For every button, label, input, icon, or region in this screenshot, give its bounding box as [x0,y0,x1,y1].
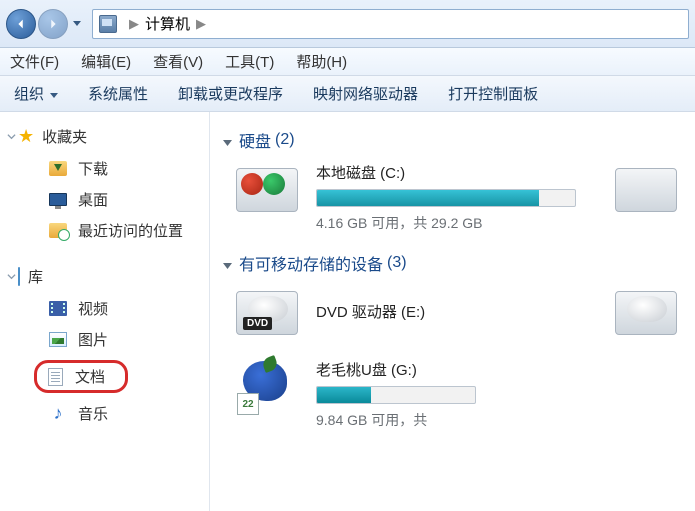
tree-head-libraries[interactable]: 库 [18,266,205,287]
sidebar-item-label: 下载 [78,158,108,179]
capacity-bar [316,189,576,207]
section-removable[interactable]: 有可移动存储的设备 (3) [222,251,695,275]
section-hdd[interactable]: 硬盘 (2) [222,128,695,152]
triangle-down-icon [222,258,233,269]
pictures-icon [49,332,67,347]
sidebar-item-label: 最近访问的位置 [78,220,183,241]
nav-back-button[interactable] [6,9,36,39]
toolbar: 组织 系统属性 卸载或更改程序 映射网络驱动器 打开控制面板 [0,76,695,112]
computer-icon [99,15,117,33]
drive-title: 老毛桃U盘 (G:) [316,359,695,380]
tree-group-favorites: ★ 收藏夹 下载 桌面 最近访问的位置 [18,126,205,246]
section-label: 硬盘 [239,128,271,152]
section-count: (3) [387,254,407,272]
downloads-icon [49,161,67,176]
toolbar-organize[interactable]: 组织 [14,83,58,104]
menu-help[interactable]: 帮助(H) [296,51,347,72]
drive-info: 老毛桃U盘 (G:) 9.84 GB 可用，共 [316,359,695,430]
capacity-text: 9.84 GB 可用，共 [316,410,695,430]
drive-info: 本地磁盘 (C:) 4.16 GB 可用，共 29.2 GB [316,162,591,233]
toolbar-control-panel[interactable]: 打开控制面板 [448,83,538,104]
sidebar-item-music[interactable]: ♪ 音乐 [18,398,205,429]
capacity-text: 4.16 GB 可用，共 29.2 GB [316,213,591,233]
sidebar-item-pictures[interactable]: 图片 [18,324,205,355]
breadcrumb-root[interactable]: 计算机 [145,13,190,34]
menu-tools[interactable]: 工具(T) [225,51,274,72]
star-icon: ★ [18,126,34,147]
chevron-down-icon [4,270,18,284]
drive-title: 本地磁盘 (C:) [316,162,591,183]
capacity-bar [316,386,476,404]
chevron-down-icon [50,85,58,102]
sidebar-item-label: 视频 [78,298,108,319]
main-split: ★ 收藏夹 下载 桌面 最近访问的位置 库 [0,112,695,511]
sidebar-item-label: 桌面 [78,189,108,210]
sidebar-item-recent[interactable]: 最近访问的位置 [18,215,205,246]
hdd-icon [232,162,302,218]
drive-g[interactable]: 22 老毛桃U盘 (G:) 9.84 GB 可用，共 [232,359,695,430]
tree-label: 库 [28,266,43,287]
annotation-highlight: 文档 [34,360,128,393]
desktop-icon [49,193,67,206]
sidebar-item-label: 文档 [75,366,105,387]
menu-edit[interactable]: 编辑(E) [81,51,131,72]
recent-icon [49,223,67,238]
navigation-pane: ★ 收藏夹 下载 桌面 最近访问的位置 库 [0,112,210,511]
dvd-icon [611,285,681,341]
menu-file[interactable]: 文件(F) [10,51,59,72]
drive-title: DVD 驱动器 (E:) [316,301,591,322]
tree-label: 收藏夹 [42,126,87,147]
toolbar-uninstall[interactable]: 卸载或更改程序 [178,83,283,104]
tree-head-favorites[interactable]: ★ 收藏夹 [18,126,205,147]
document-icon [48,368,63,386]
section-count: (2) [275,131,295,149]
toolbar-map-drive[interactable]: 映射网络驱动器 [313,83,418,104]
hdd-icon [611,162,681,218]
content-pane: 硬盘 (2) 本地磁盘 (C:) 4.16 GB 可用，共 29.2 GB 有可… [210,112,695,511]
menu-view[interactable]: 查看(V) [153,51,203,72]
toolbar-system-properties[interactable]: 系统属性 [88,83,148,104]
tree-group-libraries: 库 视频 图片 文档 ♪ 音乐 [18,266,205,429]
drive-e[interactable]: DVD DVD 驱动器 (E:) [232,285,695,341]
drive-info: DVD 驱动器 (E:) [316,285,591,328]
sidebar-item-label: 音乐 [78,403,108,424]
sidebar-item-videos[interactable]: 视频 [18,293,205,324]
breadcrumb-sep: ▶ [129,16,139,32]
chevron-down-icon [4,130,18,144]
breadcrumb-sep: ▶ [196,16,206,32]
address-bar[interactable]: ▶ 计算机 ▶ [92,9,689,39]
dvd-icon: DVD [232,285,302,341]
nav-forward-button[interactable] [38,9,68,39]
sidebar-item-label: 图片 [78,329,108,350]
toolbar-organize-label: 组织 [14,83,44,104]
sidebar-item-documents[interactable]: 文档 [18,355,205,398]
video-icon [48,299,68,319]
usb-icon: 22 [232,359,302,415]
titlebar: ▶ 计算机 ▶ [0,0,695,48]
nav-history-dropdown[interactable] [70,9,84,39]
drive-c[interactable]: 本地磁盘 (C:) 4.16 GB 可用，共 29.2 GB [232,162,695,233]
section-label: 有可移动存储的设备 [239,251,383,275]
menubar: 文件(F) 编辑(E) 查看(V) 工具(T) 帮助(H) [0,48,695,76]
music-icon: ♪ [48,404,68,424]
libraries-icon [18,267,20,286]
triangle-down-icon [222,135,233,146]
sidebar-item-desktop[interactable]: 桌面 [18,184,205,215]
sidebar-item-downloads[interactable]: 下载 [18,153,205,184]
